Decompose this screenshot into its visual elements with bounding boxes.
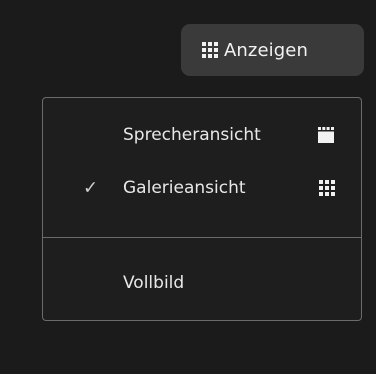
menu-item-gallery-view[interactable]: ✓ Galerieansicht bbox=[43, 168, 361, 208]
speaker-view-icon bbox=[318, 127, 334, 143]
view-button-label: Anzeigen bbox=[224, 39, 308, 61]
menu-item-fullscreen[interactable]: Vollbild bbox=[43, 263, 361, 303]
menu-item-speaker-view[interactable]: Sprecheransicht bbox=[43, 115, 361, 155]
view-button[interactable]: Anzeigen bbox=[181, 24, 364, 76]
view-menu: Sprecheransicht ✓ Galerieansicht Vollbil… bbox=[42, 97, 362, 321]
menu-divider bbox=[43, 237, 361, 238]
menu-item-label: Galerieansicht bbox=[123, 178, 246, 198]
check-icon: ✓ bbox=[83, 177, 99, 199]
grid-icon bbox=[202, 42, 218, 58]
menu-item-label: Sprecheransicht bbox=[123, 125, 261, 145]
menu-item-label: Vollbild bbox=[123, 273, 185, 293]
gallery-grid-icon bbox=[319, 180, 335, 196]
meeting-stage: Anzeigen Sprecheransicht ✓ Galerieansich… bbox=[0, 0, 376, 374]
